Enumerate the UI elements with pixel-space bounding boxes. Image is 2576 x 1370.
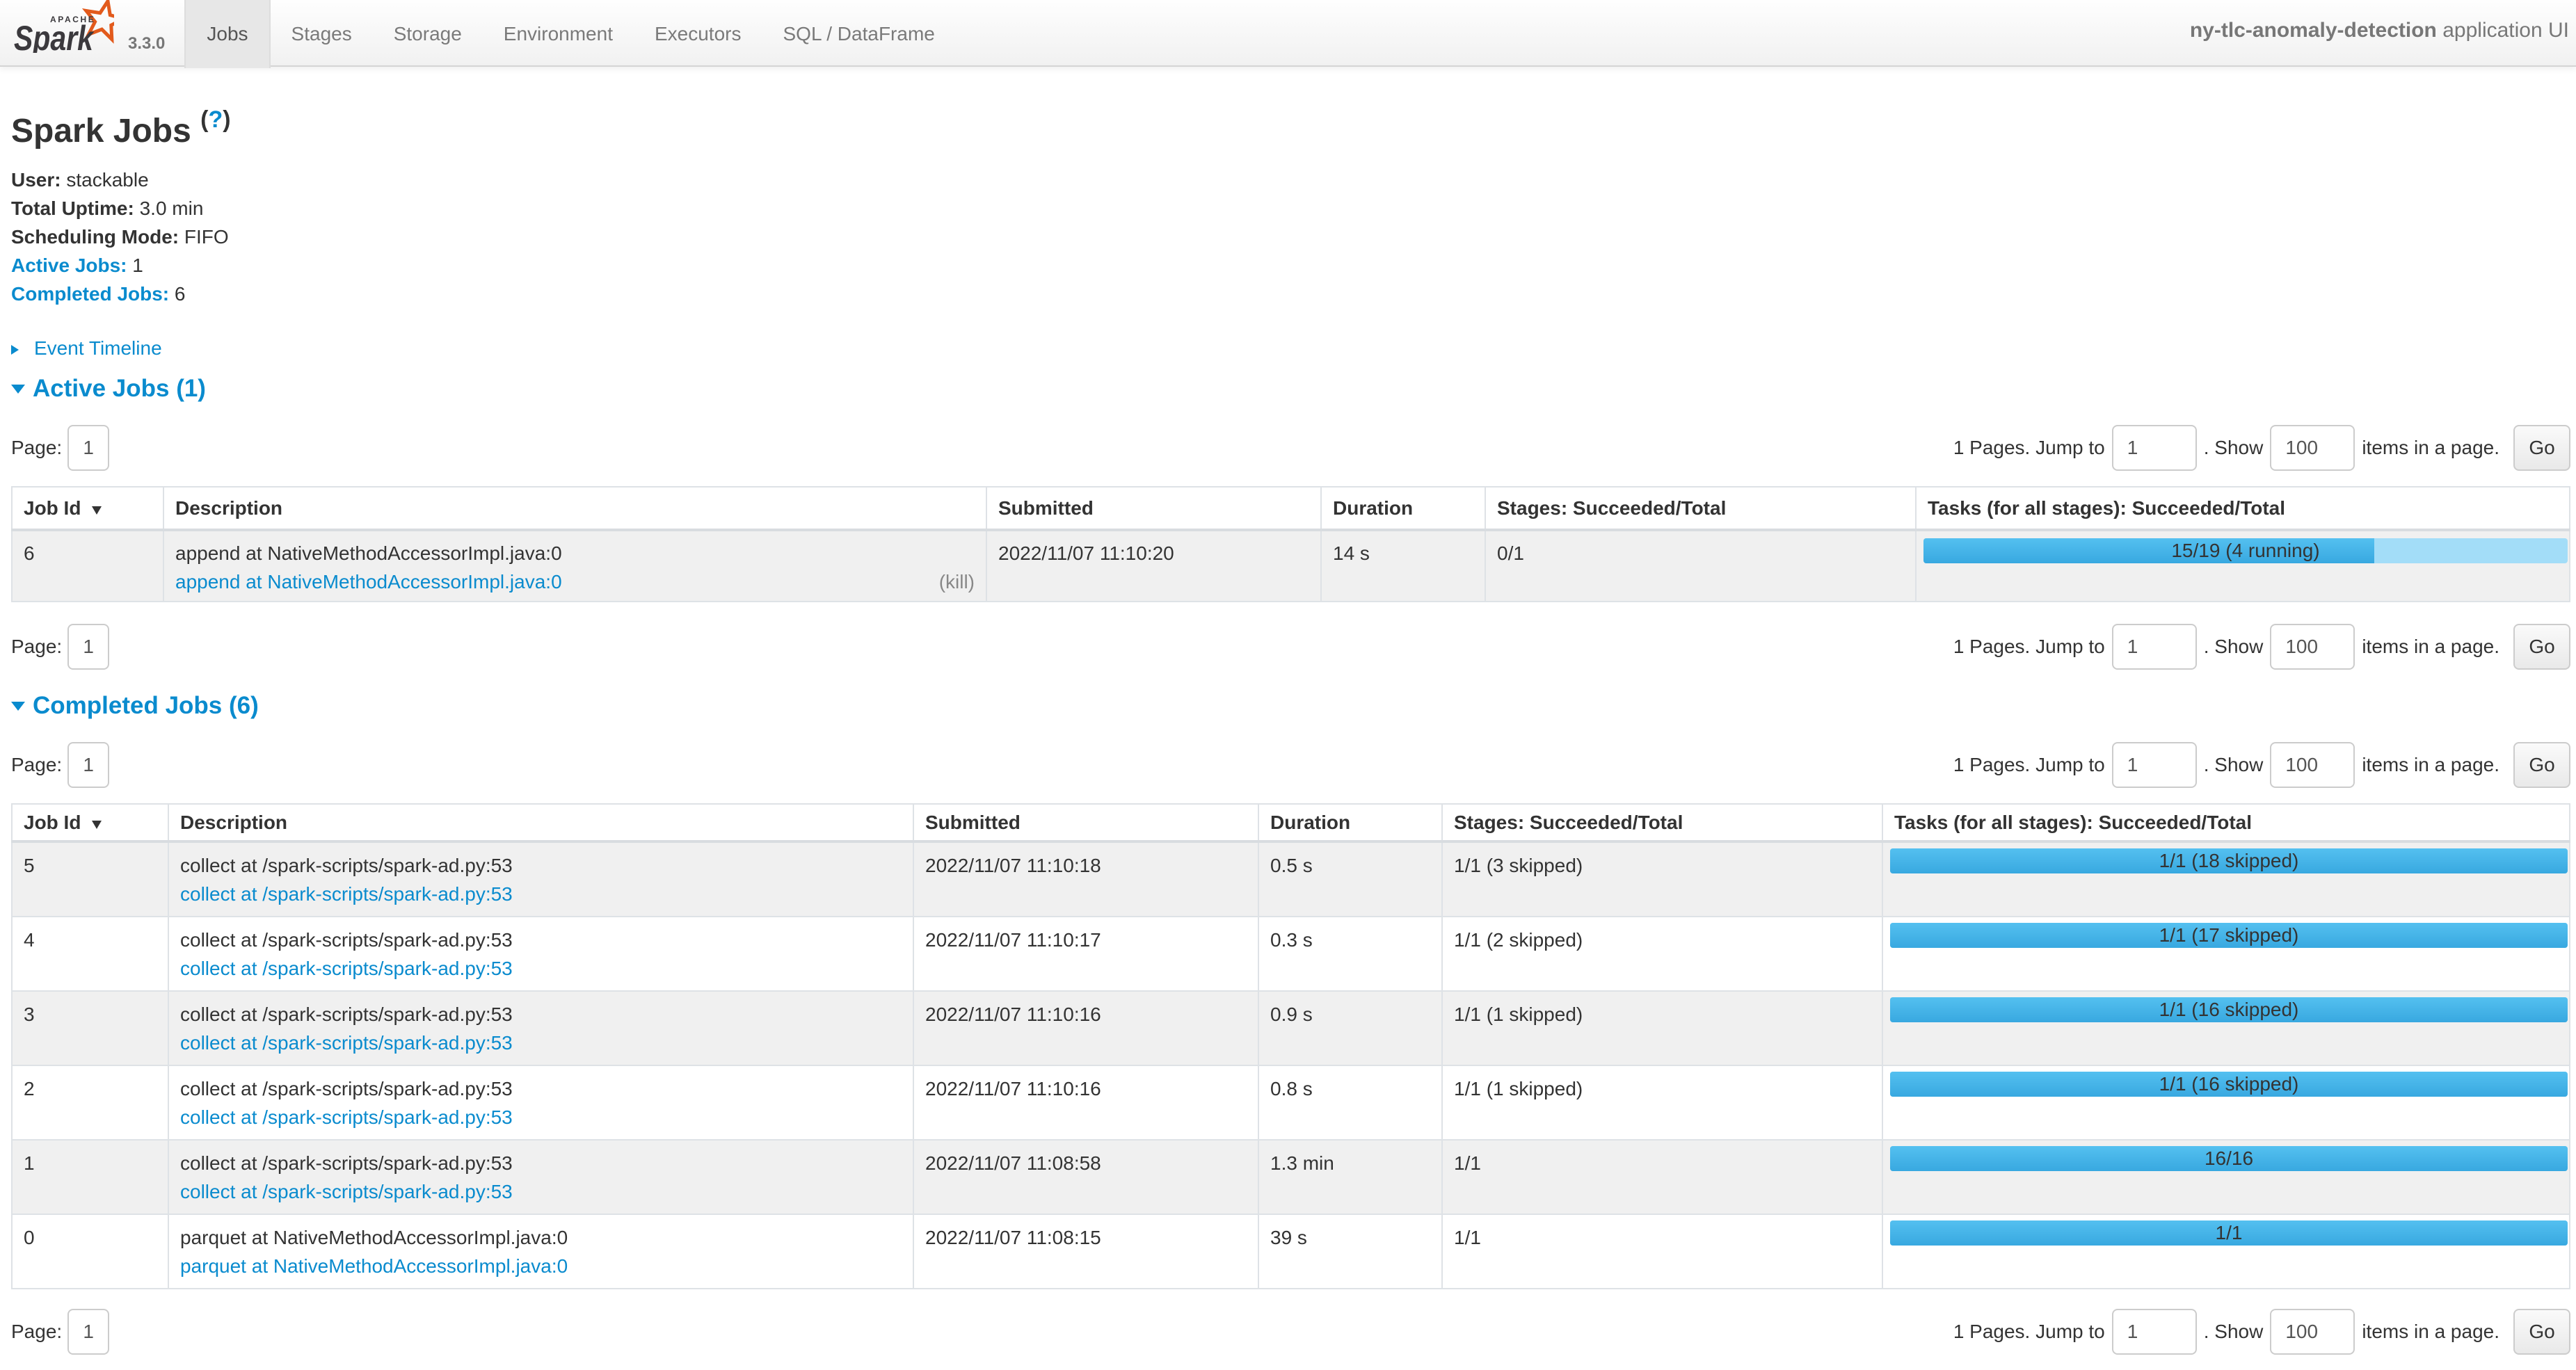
- svg-text:Spark: Spark: [14, 19, 95, 53]
